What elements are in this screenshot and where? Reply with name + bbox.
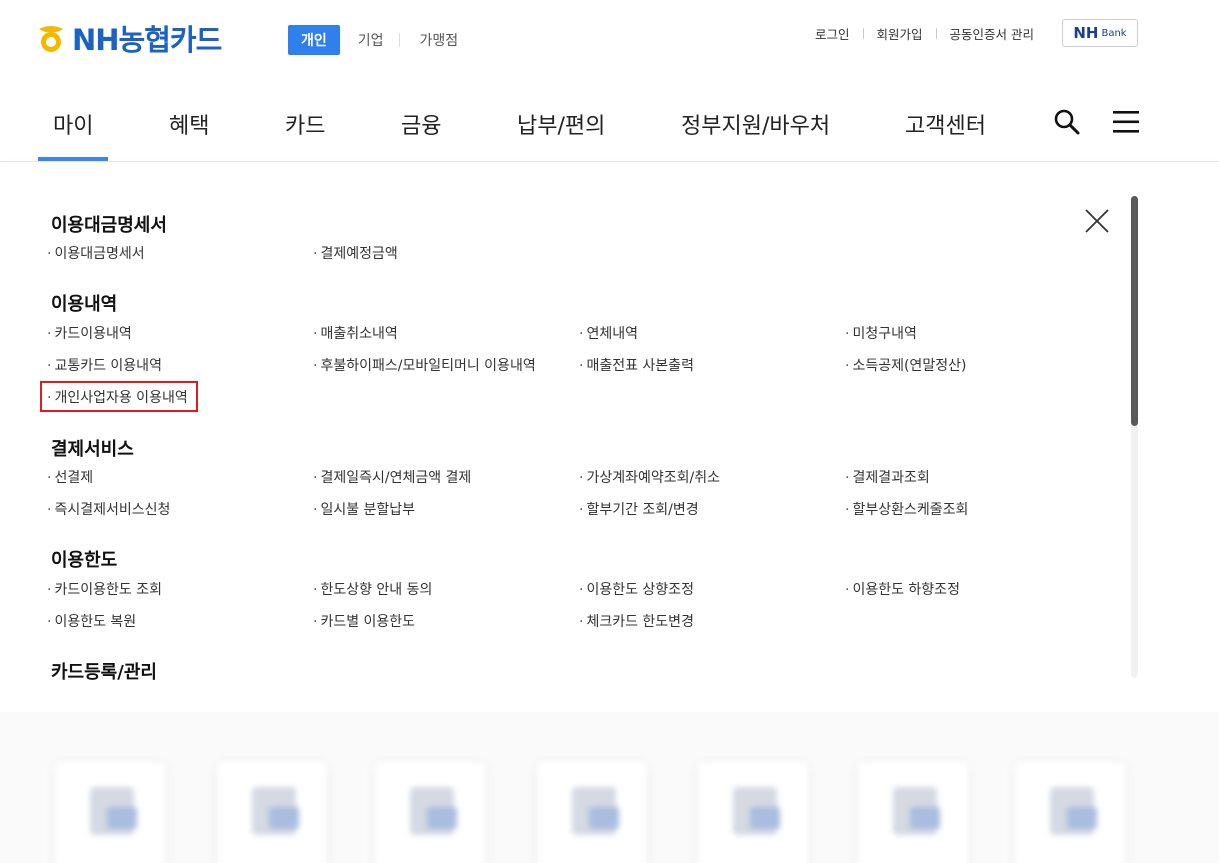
utility-links: 로그인 회원가입 공동인증서 관리 [802,24,1047,43]
blurred-tile [55,762,165,863]
menu-link[interactable]: 매출취소내역 [313,323,397,343]
menu-link[interactable]: 할부기간 조회/변경 [579,499,698,519]
menu-link[interactable]: 이용한도 하향조정 [845,579,960,599]
signup-link[interactable]: 회원가입 [864,24,936,43]
search-icon[interactable] [1053,108,1081,136]
nav-item-my[interactable]: 마이 [53,108,93,140]
nav-item-payment[interactable]: 납부/편의 [517,108,605,140]
menu-link[interactable]: 카드별 이용한도 [313,611,415,631]
certificate-link[interactable]: 공동인증서 관리 [937,24,1047,43]
nh-bank-button[interactable]: NH Bank [1062,19,1138,47]
menu-link[interactable]: 카드이용한도 조회 [47,579,162,599]
scrollbar-thumb[interactable] [1131,196,1138,426]
segment-business[interactable]: 기업 [340,25,397,55]
blurred-tile [537,762,647,863]
menu-link[interactable]: 할부상환스케줄조회 [845,499,968,519]
section-title-limit: 이용한도 [51,550,118,571]
menu-icon[interactable] [1113,108,1139,136]
nav-item-card[interactable]: 카드 [285,108,325,140]
customer-type-switch: 개인 기업 가맹점 [288,25,471,55]
background-content [0,712,1219,863]
blurred-tile [698,762,808,863]
menu-link[interactable]: 일시불 분할납부 [313,499,415,519]
menu-link[interactable]: 이용한도 복원 [47,611,136,631]
segment-merchant[interactable]: 가맹점 [402,25,472,55]
nh-card-logo[interactable]: NH농협카드 [36,18,222,58]
nav-item-support[interactable]: 고객센터 [905,108,986,140]
blurred-tile [1015,762,1125,863]
menu-link[interactable]: 즉시결제서비스신청 [47,499,170,519]
blurred-tile [375,762,485,863]
logo-text: NH농협카드 [72,23,222,57]
menu-link[interactable]: 선결제 [47,467,93,487]
close-icon[interactable] [1084,208,1110,234]
menu-link[interactable]: 미청구내역 [845,323,916,343]
login-link[interactable]: 로그인 [802,24,863,43]
top-bar: NH농협카드 개인 기업 가맹점 로그인 회원가입 공동인증서 관리 NH Ba… [0,0,1219,80]
menu-link[interactable]: 이용대금명세서 [47,243,144,263]
menu-link[interactable]: 가상계좌예약조회/취소 [579,467,720,487]
section-title-usage: 이용내역 [51,294,118,315]
nav-item-government[interactable]: 정부지원/바우처 [681,108,830,140]
menu-link[interactable]: 결제일즉시/연체금액 결제 [313,467,471,487]
nav-active-indicator [38,157,108,161]
section-title-statement: 이용대금명세서 [51,215,167,236]
menu-link[interactable]: 한도상향 안내 동의 [313,579,432,599]
section-title-card-management: 카드등록/관리 [51,662,157,683]
section-title-payment-service: 결제서비스 [51,439,134,460]
menu-link[interactable]: 연체내역 [579,323,638,343]
nh-bank-sub: Bank [1101,27,1127,39]
segment-personal[interactable]: 개인 [288,25,340,55]
main-nav: 마이 혜택 카드 금융 납부/편의 정부지원/바우처 고객센터 [0,80,1219,162]
menu-link[interactable]: 카드이용내역 [47,323,131,343]
menu-link[interactable]: 후불하이패스/모바일티머니 이용내역 [313,355,535,375]
menu-link[interactable]: 교통카드 이용내역 [47,355,162,375]
nav-item-benefit[interactable]: 혜택 [169,108,209,140]
blurred-tile [858,762,968,863]
menu-link[interactable]: 매출전표 사본출력 [579,355,694,375]
menu-link[interactable]: 결제예정금액 [313,243,397,263]
menu-link[interactable]: 결제결과조회 [845,467,929,487]
menu-link[interactable]: 이용한도 상향조정 [579,579,694,599]
divider [398,33,400,47]
nav-item-finance[interactable]: 금융 [401,108,441,140]
nh-bank-main: NH [1073,24,1099,42]
panel-scrollbar[interactable] [1131,196,1138,678]
menu-link[interactable]: 체크카드 한도변경 [579,611,694,631]
menu-link[interactable]: 소득공제(연말정산) [845,355,966,375]
nh-logo-icon [39,26,63,52]
blurred-tile [217,762,327,863]
highlight-box [40,381,198,412]
